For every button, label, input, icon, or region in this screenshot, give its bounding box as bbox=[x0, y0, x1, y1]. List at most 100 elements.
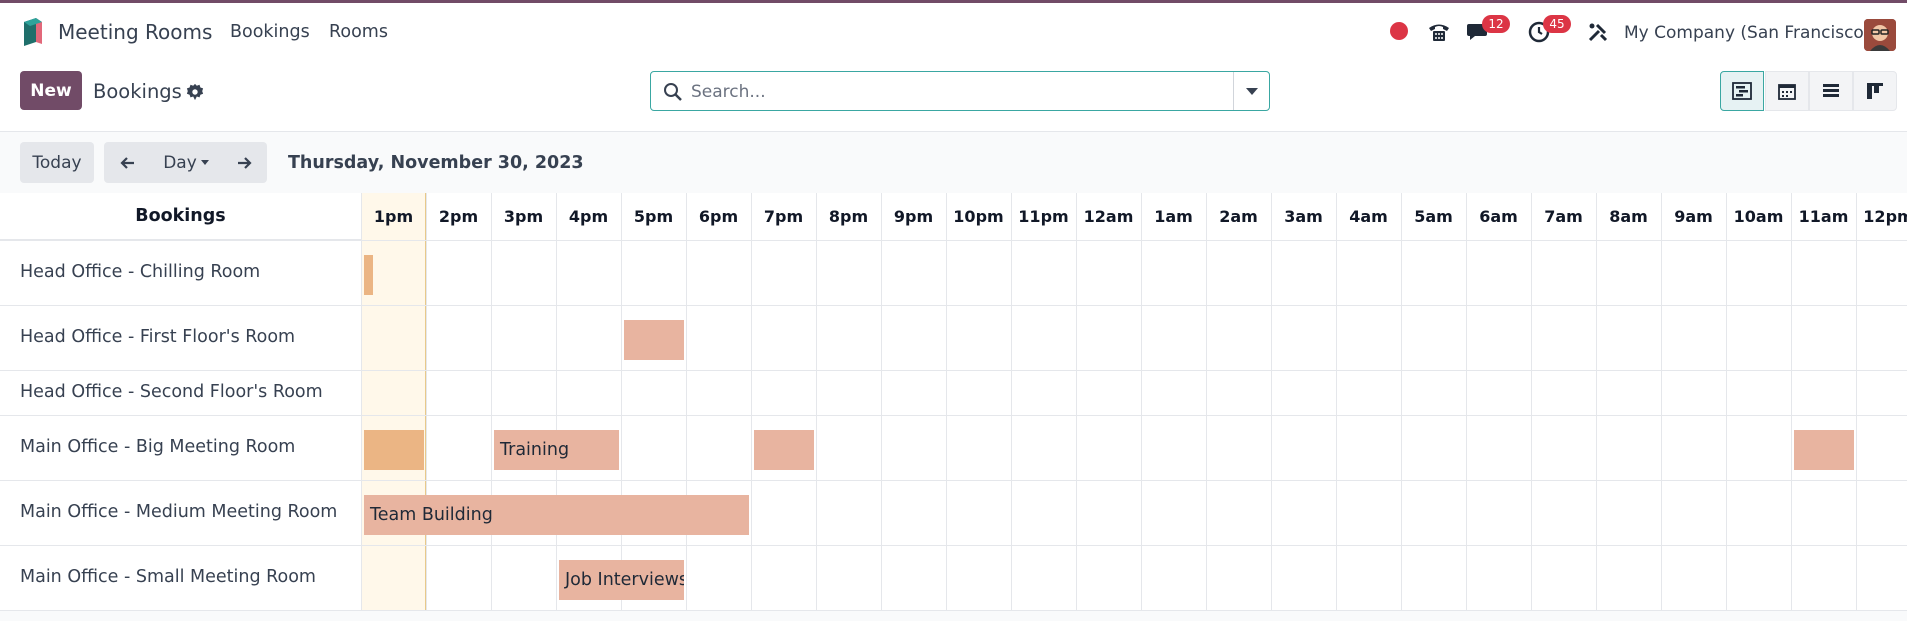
column-header-12am: 12am bbox=[1083, 207, 1134, 226]
booking-pill[interactable] bbox=[754, 429, 814, 470]
activity-count-badge: 45 bbox=[1543, 15, 1571, 33]
view-calendar-button[interactable] bbox=[1765, 71, 1809, 111]
previous-button[interactable] bbox=[104, 142, 150, 183]
main-navbar: Meeting Rooms Bookings Rooms 12 45 My Co… bbox=[0, 3, 1907, 61]
column-header-3pm: 3pm bbox=[503, 207, 544, 226]
grid-column-line bbox=[426, 193, 427, 611]
booking-pill[interactable]: Job Interviews bbox=[559, 559, 684, 600]
column-header-8pm: 8pm bbox=[828, 207, 869, 226]
column-header-5pm: 5pm bbox=[633, 207, 674, 226]
column-header-11am: 11am bbox=[1798, 207, 1849, 226]
column-header-11pm: 11pm bbox=[1018, 207, 1069, 226]
row-label: Main Office - Small Meeting Room bbox=[20, 566, 316, 587]
column-header-3am: 3am bbox=[1284, 207, 1323, 226]
grid-column-line bbox=[556, 193, 557, 611]
company-switcher[interactable]: My Company (San Francisco) bbox=[1624, 23, 1870, 43]
grid-column-line bbox=[1596, 193, 1597, 611]
next-button[interactable] bbox=[222, 142, 267, 183]
grid-column-line bbox=[1856, 193, 1857, 611]
user-avatar[interactable] bbox=[1864, 19, 1896, 51]
meeting-rooms-app-icon[interactable] bbox=[20, 16, 44, 48]
grid-column-line bbox=[946, 193, 947, 611]
row-label: Head Office - First Floor's Room bbox=[20, 326, 296, 347]
recording-indicator-icon[interactable] bbox=[1390, 22, 1408, 40]
chat-count-badge: 12 bbox=[1482, 15, 1510, 33]
booking-pill[interactable] bbox=[1794, 429, 1854, 470]
grid-row-line bbox=[0, 415, 1907, 416]
grid-column-line bbox=[1726, 193, 1727, 611]
column-header-12pm: 12pm bbox=[1863, 207, 1907, 226]
column-header-9pm: 9pm bbox=[893, 207, 934, 226]
row-label: Head Office - Second Floor's Room bbox=[20, 381, 323, 402]
phone-icon[interactable] bbox=[1427, 20, 1451, 44]
column-header-9am: 9am bbox=[1674, 207, 1713, 226]
booking-pill[interactable] bbox=[364, 254, 373, 295]
scale-dropdown[interactable]: Day bbox=[150, 142, 222, 183]
grid-column-line bbox=[1791, 193, 1792, 611]
column-header-7am: 7am bbox=[1544, 207, 1583, 226]
view-kanban-button[interactable] bbox=[1853, 71, 1897, 111]
debug-tools-icon[interactable] bbox=[1586, 20, 1610, 44]
booking-pill[interactable] bbox=[624, 319, 684, 360]
column-header-6pm: 6pm bbox=[698, 207, 739, 226]
menu-rooms[interactable]: Rooms bbox=[329, 22, 388, 42]
booking-pill[interactable] bbox=[364, 429, 424, 470]
search-input[interactable] bbox=[691, 80, 1211, 104]
search-options-toggle[interactable] bbox=[1233, 72, 1269, 110]
grid-row-line bbox=[0, 480, 1907, 481]
search-bar bbox=[650, 71, 1270, 111]
grid-column-line bbox=[1466, 193, 1467, 611]
new-button[interactable]: New bbox=[20, 71, 82, 110]
gear-icon[interactable] bbox=[186, 83, 204, 101]
grid-column-line bbox=[1401, 193, 1402, 611]
grid-column-line bbox=[816, 193, 817, 611]
grid-row-line bbox=[0, 305, 1907, 306]
row-label: Head Office - Chilling Room bbox=[20, 261, 261, 282]
grid-column-line bbox=[361, 193, 362, 611]
grid-column-line bbox=[621, 193, 622, 611]
grid-row-line bbox=[0, 240, 1907, 241]
view-list-button[interactable] bbox=[1809, 71, 1853, 111]
column-header-1am: 1am bbox=[1154, 207, 1193, 226]
column-header-6am: 6am bbox=[1479, 207, 1518, 226]
grid-column-line bbox=[1271, 193, 1272, 611]
column-header-8am: 8am bbox=[1609, 207, 1648, 226]
arrow-left-icon bbox=[120, 156, 134, 169]
grid-column-line bbox=[1661, 193, 1662, 611]
list-view-icon bbox=[1823, 84, 1839, 97]
gantt-grid: Bookings 1pm 2pm 3pm 4pm 5pm 6pm 7pm 8pm 9pm 10pm… bbox=[0, 193, 1907, 611]
booking-pill[interactable]: Team Building bbox=[364, 494, 749, 535]
grid-column-line bbox=[1141, 193, 1142, 611]
column-header-10pm: 10pm bbox=[953, 207, 1004, 226]
arrow-right-icon bbox=[237, 156, 252, 169]
search-icon bbox=[664, 83, 682, 101]
column-header-10am: 10am bbox=[1733, 207, 1784, 226]
kanban-view-icon bbox=[1867, 83, 1883, 99]
grid-column-line bbox=[1011, 193, 1012, 611]
app-title[interactable]: Meeting Rooms bbox=[58, 20, 212, 44]
caret-down-icon bbox=[200, 160, 209, 165]
calendar-view-icon bbox=[1778, 84, 1796, 100]
column-header-4am: 4am bbox=[1349, 207, 1388, 226]
gantt-view-icon bbox=[1732, 82, 1752, 100]
today-button[interactable]: Today bbox=[20, 142, 94, 183]
column-header-5am: 5am bbox=[1414, 207, 1453, 226]
grid-column-line bbox=[491, 193, 492, 611]
breadcrumb: Bookings bbox=[93, 80, 182, 103]
column-header-2pm: 2pm bbox=[438, 207, 479, 226]
scale-label: Day bbox=[163, 152, 197, 173]
menu-bookings[interactable]: Bookings bbox=[230, 22, 310, 42]
grid-column-line bbox=[881, 193, 882, 611]
column-header-1pm: 1pm bbox=[373, 207, 414, 226]
view-gantt-button[interactable] bbox=[1720, 71, 1764, 111]
column-header-7pm: 7pm bbox=[763, 207, 804, 226]
grid-column-line bbox=[751, 193, 752, 611]
rows-header: Bookings bbox=[0, 193, 361, 240]
column-header-4pm: 4pm bbox=[568, 207, 609, 226]
booking-pill[interactable]: Training bbox=[494, 429, 619, 470]
row-label: Main Office - Big Meeting Room bbox=[20, 436, 296, 457]
row-label: Main Office - Medium Meeting Room bbox=[20, 501, 338, 522]
grid-column-line bbox=[1336, 193, 1337, 611]
grid-row-line bbox=[0, 545, 1907, 546]
caret-down-icon bbox=[1245, 87, 1258, 95]
